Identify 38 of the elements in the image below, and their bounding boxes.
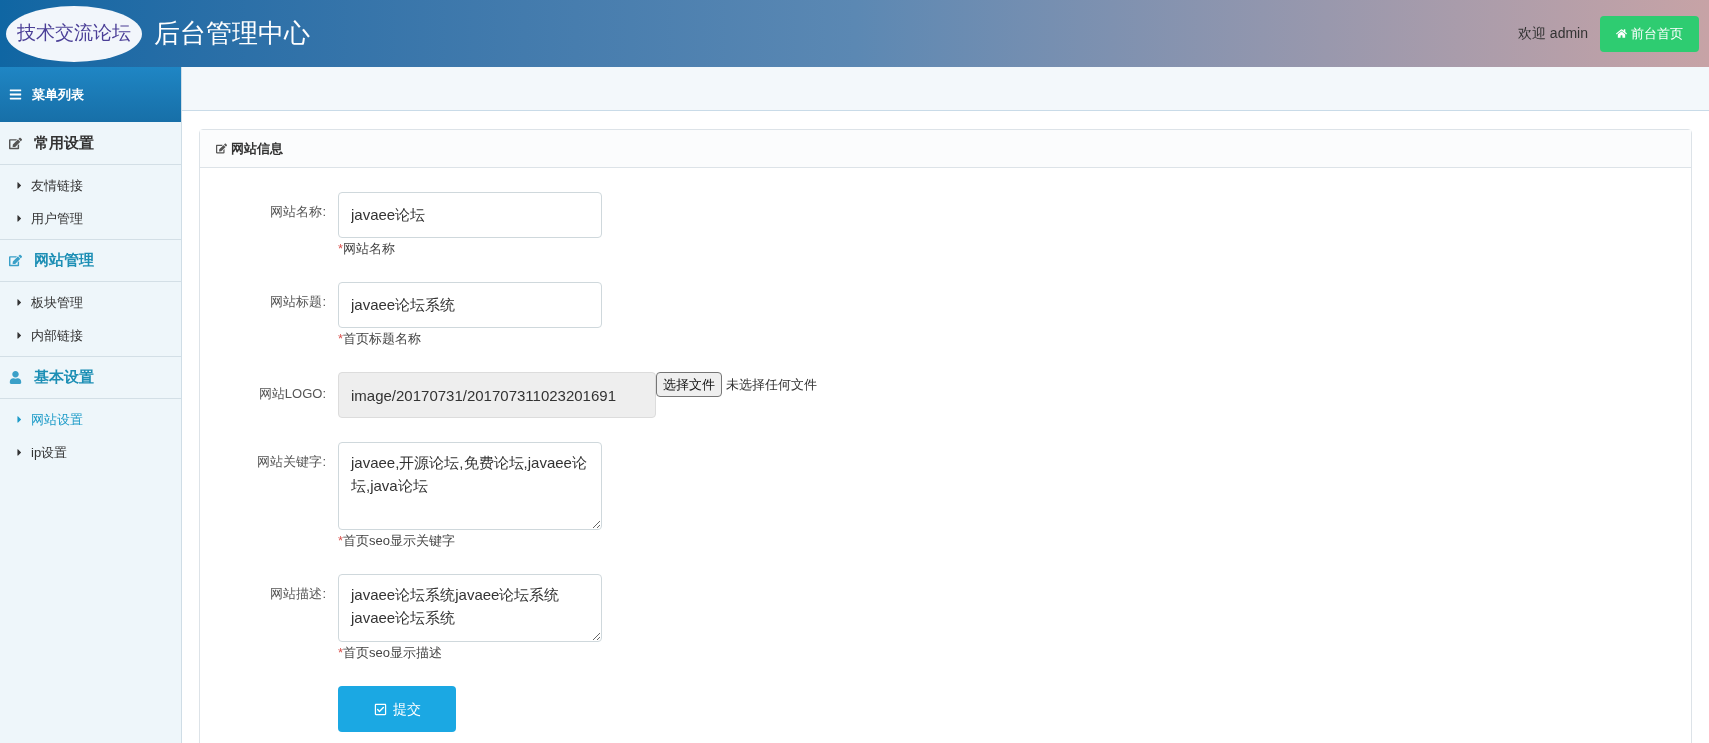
field-label: 网站描述: [270,585,326,603]
menu-icon [9,88,22,101]
field-label: 网站关键字: [257,453,326,471]
app-title: 后台管理中心 [154,17,310,50]
welcome-text: 欢迎 admin [1517,24,1588,43]
field-label: 网站标题: [270,293,326,311]
menu-item[interactable]: 内部链接 [0,319,181,352]
edit-icon [216,143,227,154]
field-hint: 首页seo显示描述 [343,644,443,662]
file-status-text: 未选择任何文件 [726,376,817,394]
field-hint: 首页标题名称 [343,330,422,348]
field-hint: 网站名称 [343,240,396,258]
file-path-input: image/20170731/201707311023201691 [338,372,656,418]
field-label: 网站LOGO: [258,385,326,403]
edit-icon [9,136,22,150]
sidebar-title: 菜单列表 [32,85,84,104]
menu-item[interactable]: 板块管理 [0,286,181,319]
text-input[interactable]: javaee论坛 [338,192,602,238]
user-icon [9,371,22,384]
logo: 技术交流论坛 [6,5,142,62]
home-icon [1616,28,1627,39]
required-mark: * [338,330,344,348]
field-label: 网站名称: [270,203,326,221]
text-input[interactable]: javaee论坛系统 [338,282,602,328]
text-area[interactable]: javaee,开源论坛,免费论坛,javaee论坛,java论坛 [338,442,602,530]
required-mark: * [338,532,344,550]
choose-file-button[interactable]: 选择文件 [656,372,722,397]
edit-icon [9,254,22,267]
menu-group[interactable]: 常用设置 [0,122,181,165]
menu-item[interactable]: ip设置 [0,436,181,469]
check-icon [373,702,387,716]
text-area[interactable]: javaee论坛系统javaee论坛系统javaee论坛系统 [338,574,602,642]
required-mark: * [338,644,344,662]
panel-title: 网站信息 [231,139,283,158]
field-hint: 首页seo显示关键字 [343,532,456,550]
menu-item[interactable]: 用户管理 [0,202,181,235]
menu-item[interactable]: 友情链接 [0,169,181,202]
required-mark: * [338,240,344,258]
